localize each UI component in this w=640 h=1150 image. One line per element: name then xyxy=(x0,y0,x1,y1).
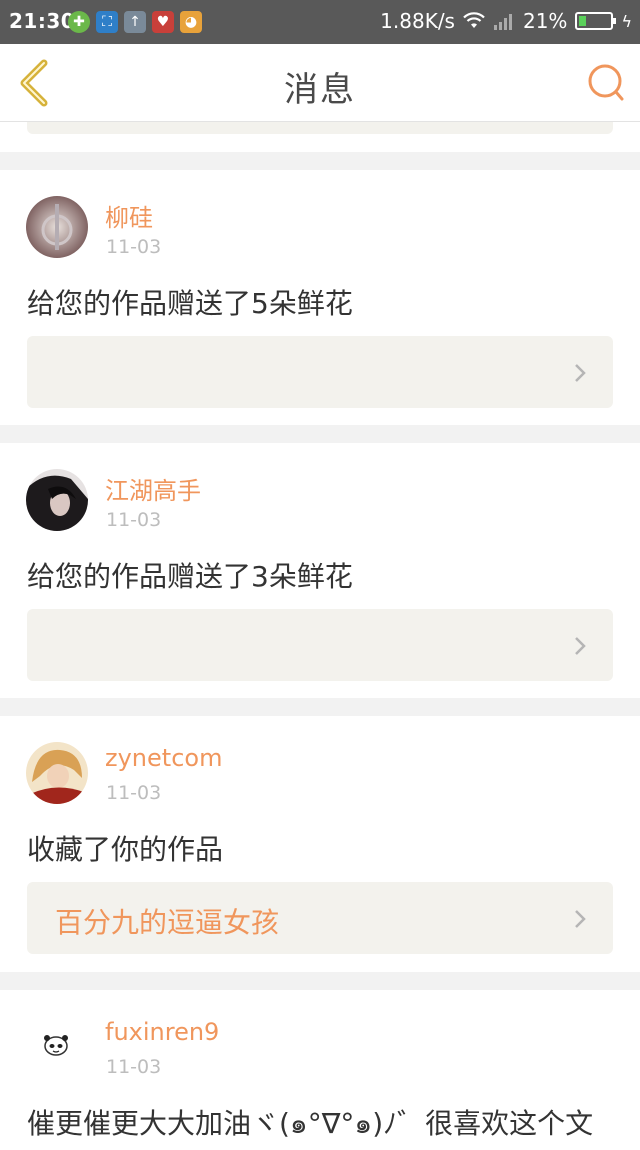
status-bar: 21:30 ✚ ⛶ ↑ ♥ ◕ 1.88K/s 21% ϟ xyxy=(0,0,640,44)
chevron-right-icon xyxy=(575,910,586,928)
wifi-icon xyxy=(463,12,485,28)
user-name[interactable]: fuxinren9 xyxy=(105,1018,219,1046)
network-speed: 1.88K/s xyxy=(380,9,455,33)
status-time: 21:30 xyxy=(9,9,76,33)
attachment-link[interactable] xyxy=(27,609,613,681)
app-game-icon: ◕ xyxy=(180,11,202,33)
battery-percent: 21% xyxy=(522,9,568,33)
user-name[interactable]: 柳硅 xyxy=(105,198,153,233)
avatar[interactable] xyxy=(26,1016,88,1078)
chevron-right-icon xyxy=(575,637,586,655)
message-feed[interactable]: 柳硅 11-03 给您的作品赠送了5朵鲜花 江湖高手 11-03 给您的作品赠送… xyxy=(0,122,640,1150)
message-text: 催更催更大大加油ヾ(๑°∇°๑)ﾉ゛很喜欢这个文 xyxy=(27,1107,594,1140)
avatar[interactable] xyxy=(26,196,88,258)
attachment-partial xyxy=(27,122,613,134)
chevron-right-icon xyxy=(575,364,586,382)
app-green-icon: ✚ xyxy=(68,11,90,33)
search-icon[interactable] xyxy=(586,62,626,104)
message-date: 11-03 xyxy=(106,509,162,531)
avatar[interactable] xyxy=(26,469,88,531)
list-item[interactable]: 江湖高手 11-03 给您的作品赠送了3朵鲜花 xyxy=(0,443,640,698)
page-title: 消息 xyxy=(284,70,356,110)
app-heart-icon: ♥ xyxy=(152,11,174,33)
message-text: 收藏了你的作品 xyxy=(27,833,224,866)
list-item[interactable]: zynetcom 11-03 收藏了你的作品 百分九的逗逼女孩 xyxy=(0,716,640,972)
upload-icon: ↑ xyxy=(124,11,146,33)
message-text: 给您的作品赠送了5朵鲜花 xyxy=(27,287,353,320)
avatar[interactable] xyxy=(26,742,88,804)
notification-icons: ✚ ⛶ ↑ ♥ ◕ xyxy=(68,11,202,33)
list-item[interactable]: 柳硅 11-03 给您的作品赠送了5朵鲜花 xyxy=(0,170,640,425)
message-text: 给您的作品赠送了3朵鲜花 xyxy=(27,560,353,593)
message-date: 11-03 xyxy=(106,782,162,804)
top-nav: 消息 xyxy=(0,44,640,122)
signal-icon xyxy=(493,14,512,30)
attachment-link[interactable]: 百分九的逗逼女孩 xyxy=(27,882,613,954)
attachment-link[interactable] xyxy=(27,336,613,408)
message-date: 11-03 xyxy=(106,236,162,258)
charging-icon: ϟ xyxy=(621,11,632,31)
list-item[interactable]: fuxinren9 11-03 催更催更大大加油ヾ(๑°∇°๑)ﾉ゛很喜欢这个文 xyxy=(0,990,640,1150)
user-name[interactable]: 江湖高手 xyxy=(105,471,201,506)
status-right: 1.88K/s 21% ϟ xyxy=(380,9,632,33)
screenshot-icon: ⛶ xyxy=(96,11,118,33)
list-item-partial xyxy=(0,122,640,152)
user-name[interactable]: zynetcom xyxy=(105,744,222,772)
message-date: 11-03 xyxy=(106,1056,162,1078)
battery-icon xyxy=(575,12,617,30)
attachment-title: 百分九的逗逼女孩 xyxy=(55,906,280,939)
